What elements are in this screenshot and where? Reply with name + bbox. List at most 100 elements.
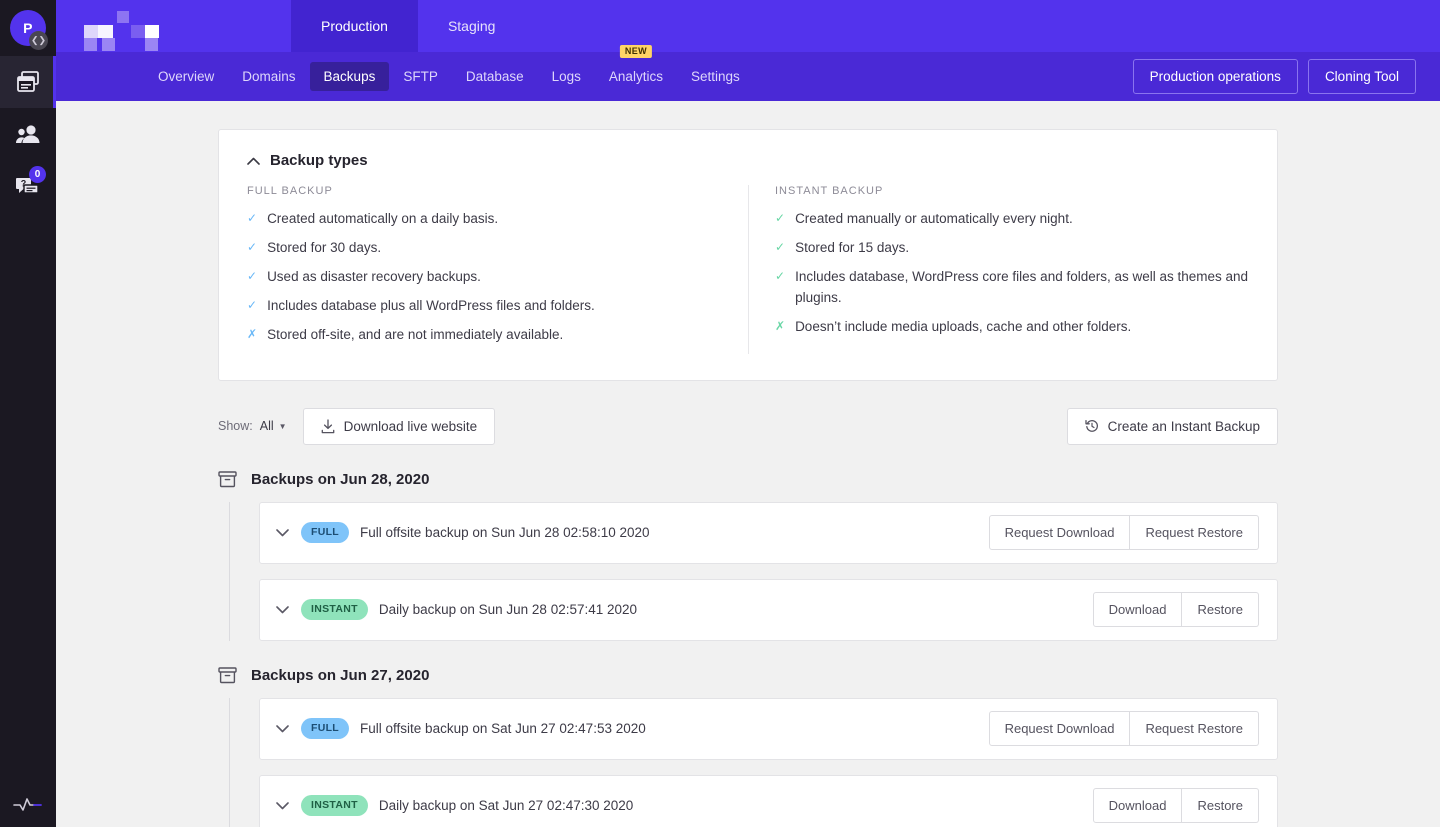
request-download-button[interactable]: Request Download xyxy=(988,711,1131,747)
status-badge: FULL xyxy=(301,718,350,740)
list-item-text: Includes database plus all WordPress fil… xyxy=(267,297,595,313)
tab-production-label: Production xyxy=(321,18,388,34)
list-item: ✓ Created manually or automatically every… xyxy=(775,209,1249,230)
row-actions: Request Download Request Restore xyxy=(988,515,1259,551)
list-item: ✓ Stored for 15 days. xyxy=(775,238,1249,259)
sidebar-item-users[interactable] xyxy=(0,108,56,160)
section-nav-actions: Production operations Cloning Tool xyxy=(1132,59,1416,94)
page-title: Backup types xyxy=(270,152,368,169)
logo-mark xyxy=(84,9,204,51)
backup-group: Backups on Jun 27, 2020 FULL Full offsit… xyxy=(218,667,1278,827)
nav-item-logs[interactable]: Logs xyxy=(538,62,595,91)
backup-types-columns: FULL BACKUP ✓ Created automatically on a … xyxy=(247,185,1249,354)
nav-item-overview-label: Overview xyxy=(158,69,215,84)
status-pulse-icon xyxy=(13,796,43,812)
chevron-down-icon[interactable] xyxy=(276,528,289,537)
logo-square xyxy=(145,38,158,51)
archive-box-icon xyxy=(218,666,237,684)
production-operations-button[interactable]: Production operations xyxy=(1132,59,1298,94)
download-button[interactable]: Download xyxy=(1092,592,1183,628)
section-nav: Overview Domains Backups SFTP Database L… xyxy=(56,45,1440,101)
nav-item-backups[interactable]: Backups xyxy=(309,62,390,91)
tab-production[interactable]: Production xyxy=(291,0,418,52)
backup-label: Daily backup on Sun Jun 28 02:57:41 2020 xyxy=(378,602,638,618)
chevron-down-icon: ▼ xyxy=(278,421,287,431)
backup-group-rows: FULL Full offsite backup on Sat Jun 27 0… xyxy=(229,697,1278,827)
create-instant-backup-button[interactable]: Create an Instant Backup xyxy=(1066,407,1278,445)
chevron-down-icon[interactable] xyxy=(276,801,289,810)
sidebar-item-sites[interactable] xyxy=(0,56,56,108)
download-button[interactable]: Download xyxy=(1092,788,1183,824)
full-backup-heading: FULL BACKUP xyxy=(247,185,333,197)
left-rail: P ❮❯ 0 ? xyxy=(0,0,56,827)
nav-item-analytics[interactable]: NEW Analytics xyxy=(595,45,677,91)
nav-item-settings-label: Settings xyxy=(690,69,740,84)
check-icon: ✓ xyxy=(247,239,258,254)
logo-square xyxy=(102,38,115,51)
table-row: INSTANT Daily backup on Sun Jun 28 02:57… xyxy=(259,578,1278,641)
show-filter-value: All xyxy=(259,419,274,434)
request-restore-button[interactable]: Request Restore xyxy=(1130,711,1259,747)
table-row: FULL Full offsite backup on Sat Jun 27 0… xyxy=(259,697,1278,760)
download-live-website-button[interactable]: Download live website xyxy=(302,407,496,445)
sidebar-item-support[interactable]: 0 ? xyxy=(0,160,56,212)
list-item-text: Used as disaster recovery backups. xyxy=(267,268,481,284)
list-item-text: Stored off-site, and are not immediately… xyxy=(267,326,564,342)
nav-item-logs-label: Logs xyxy=(551,69,581,84)
backup-group-header: Backups on Jun 27, 2020 xyxy=(218,667,1278,684)
create-instant-backup-label: Create an Instant Backup xyxy=(1107,418,1260,434)
list-item: ✓ Stored for 30 days. xyxy=(247,238,722,259)
main-column: Production Staging Overview Domains Back… xyxy=(56,0,1440,827)
list-item-text: Created manually or automatically every … xyxy=(795,211,1073,226)
nav-item-sftp[interactable]: SFTP xyxy=(389,62,452,91)
backups-toolbar: Show: All ▼ Download live website Create… xyxy=(218,407,1278,445)
tab-staging-label: Staging xyxy=(447,18,496,34)
full-backup-column: FULL BACKUP ✓ Created automatically on a … xyxy=(247,185,748,354)
instant-backup-column: INSTANT BACKUP ✓ Created manually or auto… xyxy=(748,185,1249,354)
nav-item-settings[interactable]: Settings xyxy=(677,62,754,91)
archive-box-icon xyxy=(218,470,237,488)
content-wrapper: Backup types FULL BACKUP ✓ Created automa… xyxy=(218,129,1278,827)
show-label: Show: xyxy=(218,419,253,434)
nav-item-backups-label: Backups xyxy=(323,69,376,84)
logo-square xyxy=(145,25,159,38)
list-item: ✓ Includes database plus all WordPress fi… xyxy=(247,296,722,317)
backup-label: Full offsite backup on Sun Jun 28 02:58:… xyxy=(360,525,650,541)
backup-group-rows: FULL Full offsite backup on Sun Jun 28 0… xyxy=(229,501,1278,641)
list-item-text: Created automatically on a daily basis. xyxy=(267,211,499,226)
request-download-button[interactable]: Request Download xyxy=(988,515,1131,551)
check-icon: ✓ xyxy=(775,239,786,254)
chevron-down-icon[interactable] xyxy=(276,724,289,733)
code-brackets-icon[interactable]: ❮❯ xyxy=(29,31,48,50)
toolbar-right: Create an Instant Backup xyxy=(1066,407,1278,445)
table-row: INSTANT Daily backup on Sat Jun 27 02:47… xyxy=(259,774,1278,827)
instant-backup-heading: INSTANT BACKUP xyxy=(775,185,884,197)
backup-types-header[interactable]: Backup types xyxy=(247,152,1249,169)
download-live-website-label: Download live website xyxy=(343,418,478,434)
avatar[interactable]: P ❮❯ xyxy=(0,0,56,56)
list-item: ✓ Includes database, WordPress core files… xyxy=(775,267,1249,309)
backup-group-title: Backups on Jun 28, 2020 xyxy=(251,470,430,488)
table-row: FULL Full offsite backup on Sun Jun 28 0… xyxy=(259,501,1278,564)
status-badge: INSTANT xyxy=(301,599,368,621)
list-item-text: Stored for 15 days. xyxy=(795,239,910,255)
chevron-up-icon[interactable] xyxy=(247,157,260,165)
kinsta-logo[interactable] xyxy=(56,0,291,52)
show-filter-select[interactable]: All ▼ xyxy=(260,419,287,433)
request-restore-button[interactable]: Request Restore xyxy=(1130,515,1259,551)
backup-label: Full offsite backup on Sat Jun 27 02:47:… xyxy=(360,721,646,737)
cloning-tool-button[interactable]: Cloning Tool xyxy=(1307,59,1416,94)
restore-button[interactable]: Restore xyxy=(1182,592,1259,628)
sidebar-item-status[interactable] xyxy=(0,780,56,827)
restore-button[interactable]: Restore xyxy=(1182,788,1259,824)
history-restore-icon xyxy=(1085,419,1099,433)
list-item-text: Doesn’t include media uploads, cache and… xyxy=(795,318,1132,334)
check-icon: ✓ xyxy=(775,268,786,283)
nav-item-database[interactable]: Database xyxy=(452,62,538,91)
nav-item-domains[interactable]: Domains xyxy=(228,62,309,91)
logo-square xyxy=(98,25,113,38)
logo-square xyxy=(131,25,145,38)
chevron-down-icon[interactable] xyxy=(276,605,289,614)
tab-staging[interactable]: Staging xyxy=(418,0,525,52)
nav-item-overview[interactable]: Overview xyxy=(144,62,228,91)
